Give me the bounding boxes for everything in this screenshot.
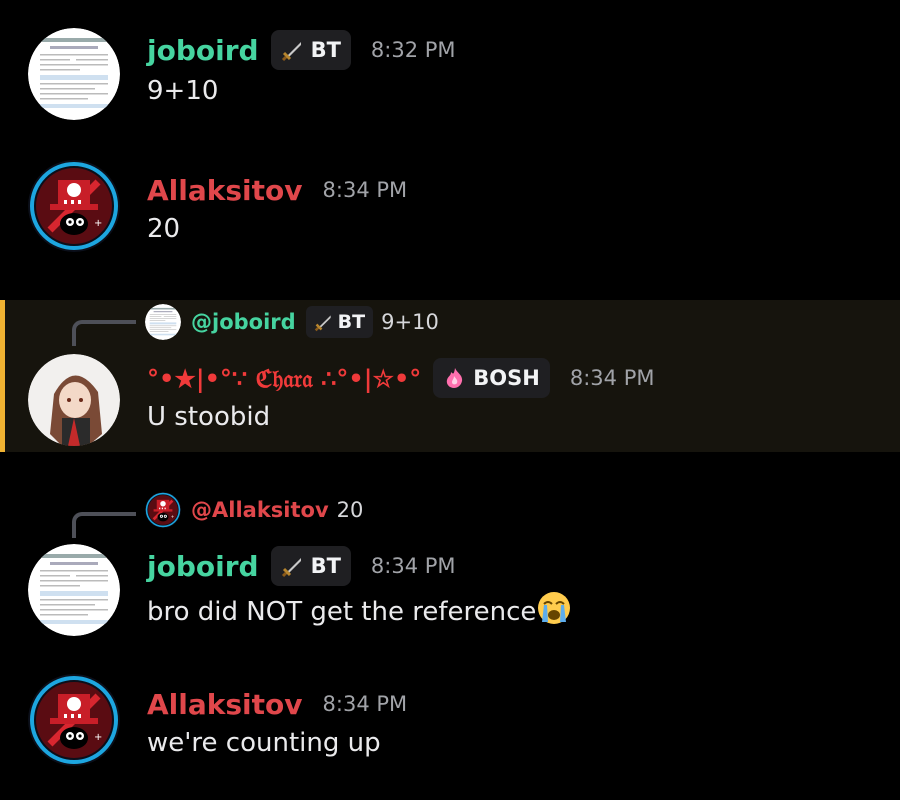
reply-username[interactable]: @Allaksitov — [191, 498, 329, 522]
message-text: bro did NOT get the reference — [147, 590, 572, 633]
loudly-crying-face-icon — [536, 590, 572, 633]
message-joboird-1[interactable]: joboird BT 8:32 PM 9+10 — [0, 0, 900, 140]
reply-spine — [72, 512, 136, 538]
tag-label: BT — [310, 554, 341, 578]
avatar[interactable] — [28, 674, 120, 766]
reply-spine — [72, 320, 136, 346]
message-joboird-reply[interactable]: @Allaksitov 20 joboird BT 8:34 PM bro di… — [0, 490, 900, 650]
timestamp: 8:34 PM — [370, 554, 456, 578]
sword-icon — [281, 556, 303, 578]
sword-icon — [281, 40, 303, 62]
server-tag[interactable]: BT — [270, 30, 351, 70]
message-text: we're counting up — [147, 728, 381, 758]
timestamp: 8:34 PM — [322, 692, 408, 716]
message-allaksitov-1[interactable]: Allaksitov 8:34 PM 20 — [0, 140, 900, 290]
timestamp: 8:34 PM — [569, 366, 655, 390]
reply-avatar — [145, 304, 181, 340]
reply-text: 20 — [336, 498, 364, 522]
timestamp: 8:34 PM — [322, 178, 408, 202]
message-allaksitov-2[interactable]: Allaksitov 8:34 PM we're counting up — [0, 660, 900, 800]
message-text-body: bro did NOT get the reference — [147, 597, 537, 627]
reply-preview[interactable]: @joboird BT 9+10 — [145, 304, 439, 340]
avatar[interactable] — [28, 354, 120, 446]
avatar[interactable] — [28, 28, 120, 120]
username[interactable]: Allaksitov — [147, 174, 303, 207]
message-text: U stoobid — [147, 402, 271, 432]
sword-icon — [314, 314, 332, 332]
username[interactable]: joboird — [147, 34, 259, 67]
message-text: 9+10 — [147, 76, 219, 106]
reply-username[interactable]: @joboird — [191, 310, 296, 334]
timestamp: 8:32 PM — [370, 38, 456, 62]
reply-avatar — [145, 492, 181, 528]
reply-text: 9+10 — [381, 310, 439, 334]
tag-label: BOSH — [473, 366, 540, 390]
avatar[interactable] — [28, 544, 120, 636]
server-tag[interactable]: BOSH — [433, 358, 550, 398]
reply-preview[interactable]: @Allaksitov 20 — [145, 492, 363, 528]
tag-label: BT — [310, 38, 341, 62]
flame-icon — [447, 368, 463, 388]
avatar[interactable] — [28, 160, 120, 252]
username[interactable]: Allaksitov — [147, 688, 303, 721]
tag-label: BT — [337, 311, 366, 333]
username[interactable]: °•★|•°∵ ℭ𝔥𝔞𝔯𝔞 ∴°•|☆•° — [147, 364, 421, 393]
server-tag[interactable]: BT — [270, 546, 351, 586]
username[interactable]: joboird — [147, 550, 259, 583]
message-chara-reply[interactable]: @joboird BT 9+10 °•★|•°∵ ℭ𝔥𝔞𝔯𝔞 ∴°•|☆•° B… — [0, 300, 900, 452]
message-text: 20 — [147, 214, 181, 244]
reply-server-tag: BT — [305, 306, 374, 338]
